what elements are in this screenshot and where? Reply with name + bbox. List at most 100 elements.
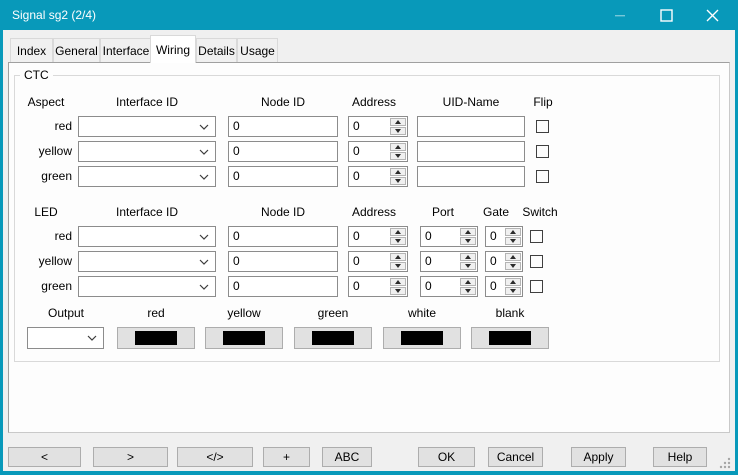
- led-green-switch-checkbox[interactable]: [530, 280, 543, 293]
- spinner-down-button[interactable]: [460, 287, 476, 295]
- code-button[interactable]: </>: [177, 447, 253, 467]
- aspect-red-uid-name-field[interactable]: [417, 116, 525, 137]
- help-button[interactable]: Help: [653, 447, 707, 467]
- close-icon: [706, 9, 719, 22]
- next-button[interactable]: >: [93, 447, 168, 467]
- aspect-green-interface-id-combobox[interactable]: [78, 166, 216, 187]
- spinner-down-button[interactable]: [390, 177, 406, 185]
- abc-button[interactable]: ABC: [322, 447, 372, 467]
- spinner-down-button[interactable]: [505, 287, 521, 295]
- output-white-swatch-button[interactable]: [383, 327, 461, 349]
- spinner-down-button[interactable]: [505, 237, 521, 245]
- led-red-gate-spinner[interactable]: 0: [485, 226, 523, 247]
- spinner-up-button[interactable]: [390, 228, 406, 236]
- chevron-down-icon: [199, 259, 209, 265]
- aspect-red-node-id-field[interactable]: 0: [228, 116, 338, 137]
- spinner-up-button[interactable]: [390, 143, 406, 151]
- led-green-gate-spinner[interactable]: 0: [485, 276, 523, 297]
- minimize-button[interactable]: [597, 0, 643, 30]
- aspect-red-address-spinner[interactable]: 0: [348, 116, 408, 137]
- header-output-yellow: yellow: [227, 306, 260, 320]
- spinner-up-button[interactable]: [505, 253, 521, 261]
- spinner-up-button[interactable]: [390, 253, 406, 261]
- tab-interface[interactable]: Interface: [100, 38, 152, 62]
- spinner-up-button[interactable]: [460, 278, 476, 286]
- prev-button[interactable]: <: [8, 447, 81, 467]
- add-button[interactable]: +: [263, 447, 310, 467]
- led-red-interface-id-combobox[interactable]: [78, 226, 216, 247]
- led-red-switch-checkbox[interactable]: [530, 230, 543, 243]
- led-yellow-node-id-field[interactable]: 0: [228, 251, 338, 272]
- color-swatch: [135, 331, 177, 345]
- led-green-interface-id-combobox[interactable]: [78, 276, 216, 297]
- tab-wiring[interactable]: Wiring: [150, 35, 196, 63]
- led-yellow-port-spinner[interactable]: 0: [420, 251, 478, 272]
- tab-general[interactable]: General: [53, 38, 100, 62]
- spinner-down-button[interactable]: [390, 127, 406, 135]
- apply-button[interactable]: Apply: [571, 447, 626, 467]
- aspect-yellow-address-spinner[interactable]: 0: [348, 141, 408, 162]
- led-yellow-gate-spinner[interactable]: 0: [485, 251, 523, 272]
- header-interface-id: Interface ID: [116, 95, 178, 109]
- led-yellow-switch-checkbox[interactable]: [530, 255, 543, 268]
- cancel-button[interactable]: Cancel: [488, 447, 543, 467]
- spinner-down-button[interactable]: [460, 237, 476, 245]
- chevron-down-icon: [199, 174, 209, 180]
- aspect-green-node-id-field[interactable]: 0: [228, 166, 338, 187]
- led-red-node-id-field[interactable]: 0: [228, 226, 338, 247]
- spinner-buttons: [460, 253, 476, 270]
- led-green-address-spinner[interactable]: 0: [348, 276, 408, 297]
- aspect-yellow-flip-checkbox[interactable]: [536, 145, 549, 158]
- output-yellow-swatch-button[interactable]: [205, 327, 283, 349]
- spinner-down-button[interactable]: [390, 287, 406, 295]
- maximize-button[interactable]: [643, 0, 689, 30]
- spinner-down-button[interactable]: [460, 262, 476, 270]
- output-red-swatch-button[interactable]: [117, 327, 195, 349]
- led-red-address-spinner[interactable]: 0: [348, 226, 408, 247]
- output-blank-swatch-button[interactable]: [471, 327, 549, 349]
- spinner-up-button[interactable]: [390, 118, 406, 126]
- spinner-up-button[interactable]: [460, 253, 476, 261]
- spinner-up-button[interactable]: [390, 168, 406, 176]
- aspect-green-flip-checkbox[interactable]: [536, 170, 549, 183]
- aspect-green-uid-name-field[interactable]: [417, 166, 525, 187]
- spinner-buttons: [390, 118, 406, 135]
- header-switch: Switch: [522, 205, 557, 219]
- row-label-yellow: yellow: [14, 251, 72, 272]
- spinner-up-button[interactable]: [390, 278, 406, 286]
- tab-details[interactable]: Details: [196, 38, 237, 62]
- tab-label: Details: [198, 44, 235, 58]
- tab-usage[interactable]: Usage: [237, 38, 278, 62]
- tab-index[interactable]: Index: [10, 38, 53, 62]
- output-green-swatch-button[interactable]: [294, 327, 372, 349]
- spinner-down-button[interactable]: [505, 262, 521, 270]
- resize-grip[interactable]: [719, 457, 732, 470]
- led-green-node-id-field[interactable]: 0: [228, 276, 338, 297]
- led-yellow-address-spinner[interactable]: 0: [348, 251, 408, 272]
- spinner-up-button[interactable]: [505, 228, 521, 236]
- aspect-yellow-uid-name-field[interactable]: [417, 141, 525, 162]
- aspect-green-address-spinner[interactable]: 0: [348, 166, 408, 187]
- header-output-green: green: [318, 306, 349, 320]
- tab-label: Wiring: [156, 43, 190, 57]
- ok-button[interactable]: OK: [418, 447, 475, 467]
- spinner-down-button[interactable]: [390, 262, 406, 270]
- color-swatch: [401, 331, 443, 345]
- spinner-buttons: [505, 278, 521, 295]
- header-output: Output: [48, 306, 84, 320]
- led-yellow-interface-id-combobox[interactable]: [78, 251, 216, 272]
- tab-label: Index: [17, 44, 46, 58]
- close-button[interactable]: [689, 0, 735, 30]
- led-red-port-spinner[interactable]: 0: [420, 226, 478, 247]
- aspect-yellow-interface-id-combobox[interactable]: [78, 141, 216, 162]
- spinner-down-button[interactable]: [390, 152, 406, 160]
- aspect-yellow-node-id-field[interactable]: 0: [228, 141, 338, 162]
- aspect-red-interface-id-combobox[interactable]: [78, 116, 216, 137]
- spinner-up-button[interactable]: [460, 228, 476, 236]
- spinner-down-button[interactable]: [390, 237, 406, 245]
- led-green-port-spinner[interactable]: 0: [420, 276, 478, 297]
- spinner-up-button[interactable]: [505, 278, 521, 286]
- output-combobox[interactable]: [27, 327, 104, 349]
- spinner-buttons: [505, 228, 521, 245]
- aspect-red-flip-checkbox[interactable]: [536, 120, 549, 133]
